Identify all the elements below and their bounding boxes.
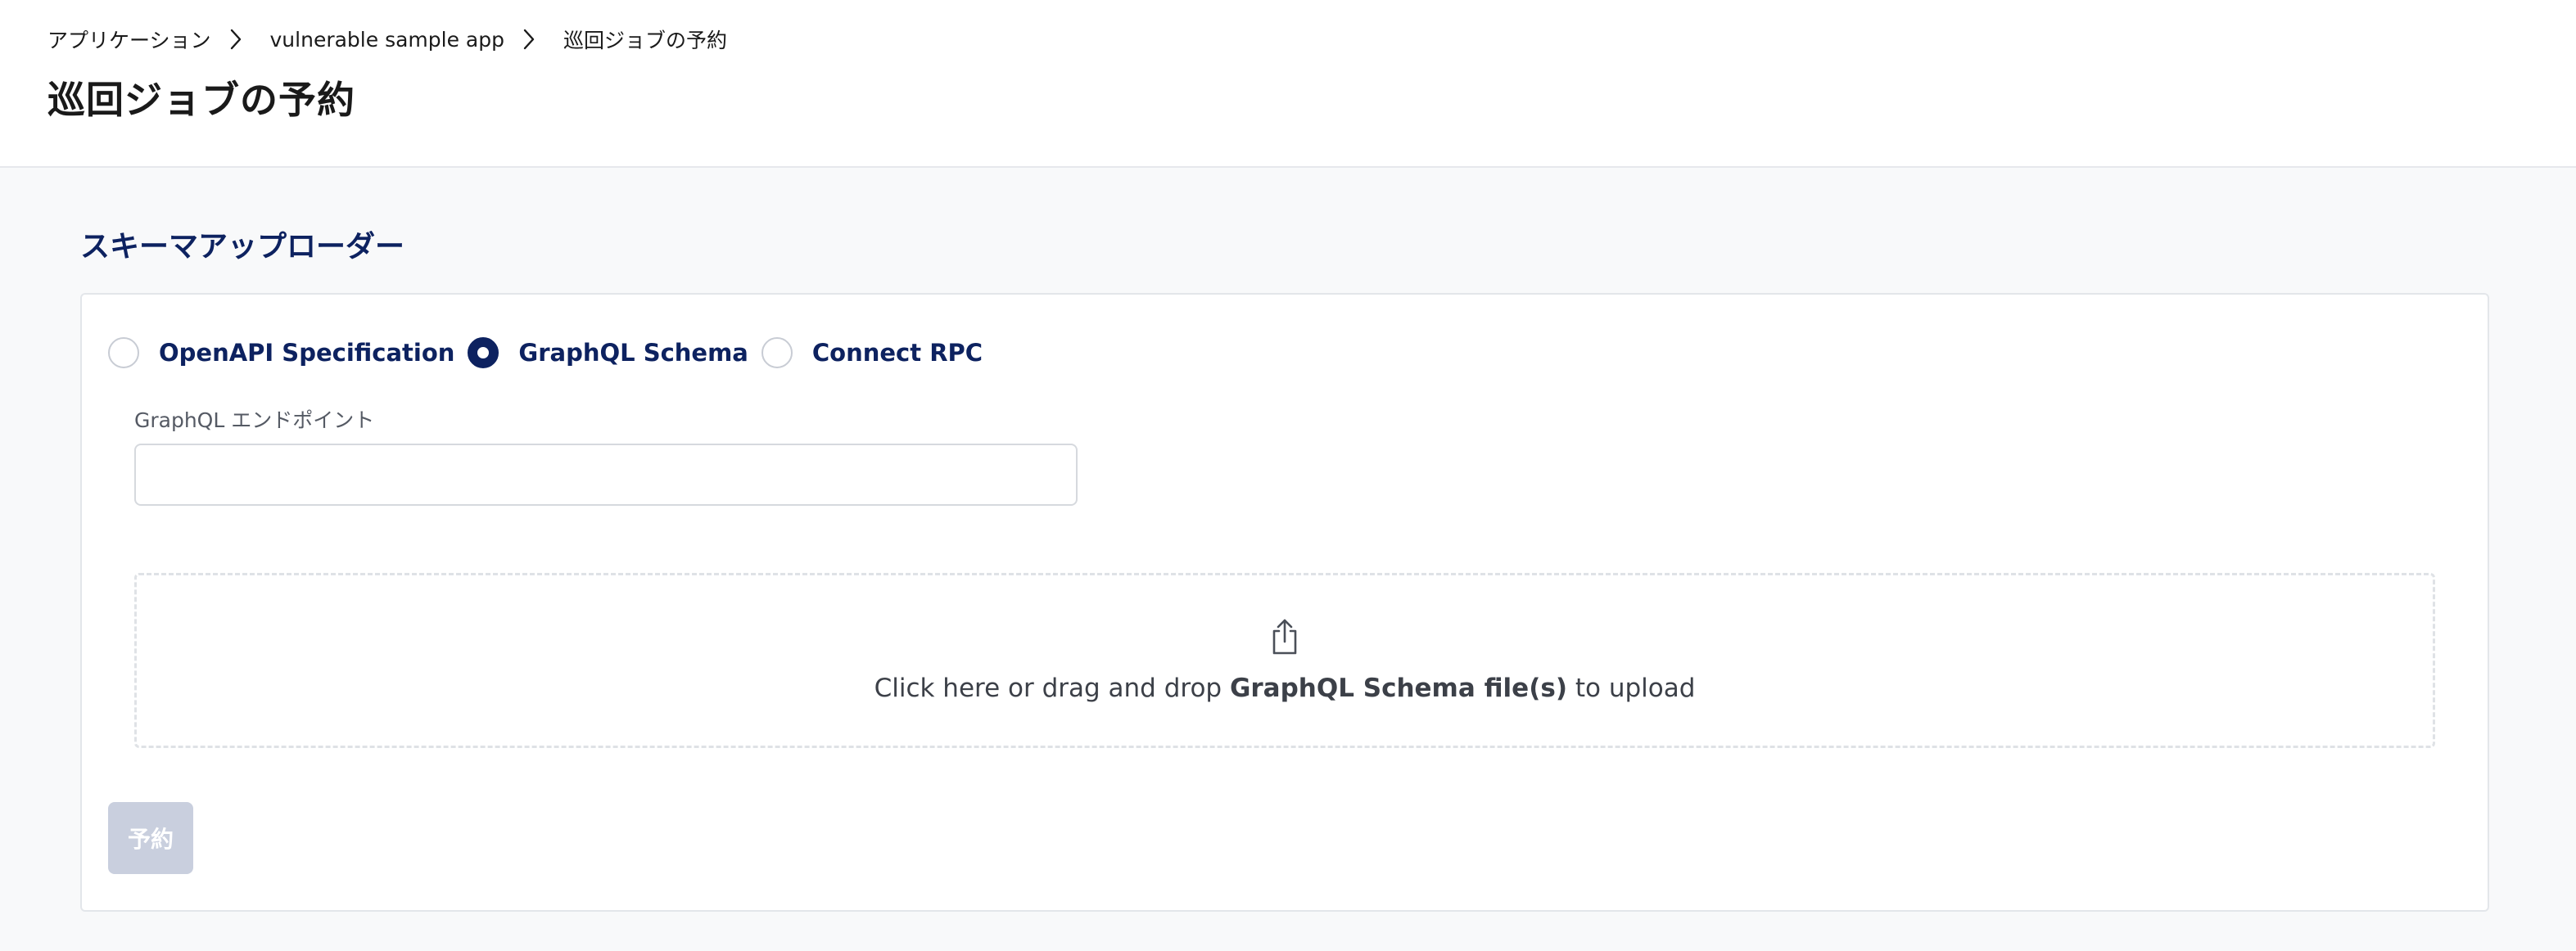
upload-text-after: to upload [1567, 674, 1696, 703]
breadcrumb-item-app[interactable]: vulnerable sample app [270, 28, 504, 52]
radio-connect-rpc-label[interactable]: Connect RPC [812, 339, 983, 367]
file-dropzone[interactable]: Click here or drag and drop GraphQL Sche… [134, 573, 2435, 748]
radio-graphql[interactable]: GraphQL Schema [468, 337, 748, 368]
graphql-endpoint-label: GraphQL エンドポイント [134, 408, 375, 432]
chevron-right-icon [504, 23, 563, 56]
breadcrumb-item-current: 巡回ジョブの予約 [563, 29, 727, 52]
radio-connect-rpc[interactable]: Connect RPC [761, 337, 983, 368]
graphql-endpoint-input[interactable] [134, 444, 1078, 506]
page-title: 巡回ジョブの予約 [47, 78, 355, 122]
page-header: アプリケーション vulnerable sample app 巡回ジョブの予約 … [0, 0, 2576, 168]
schema-uploader-card: OpenAPI Specification GraphQL Schema Con… [80, 293, 2489, 912]
breadcrumb-item-applications[interactable]: アプリケーション [47, 25, 211, 54]
radio-openapi-label[interactable]: OpenAPI Specification [159, 339, 454, 367]
reserve-button[interactable]: 予約 [108, 802, 193, 874]
upload-instructions: Click here or drag and drop GraphQL Sche… [137, 674, 2433, 703]
radio-openapi-circle[interactable] [108, 337, 139, 368]
upload-text-bold: GraphQL Schema file(s) [1229, 674, 1567, 703]
upload-icon [1272, 619, 1297, 655]
breadcrumb: アプリケーション vulnerable sample app 巡回ジョブの予約 [47, 23, 727, 56]
radio-graphql-label[interactable]: GraphQL Schema [518, 339, 748, 367]
chevron-right-icon [211, 23, 270, 56]
radio-openapi[interactable]: OpenAPI Specification [108, 337, 454, 368]
radio-connect-rpc-circle[interactable] [761, 337, 793, 368]
radio-graphql-circle[interactable] [468, 337, 499, 368]
upload-text-before: Click here or drag and drop [874, 674, 1230, 703]
schema-type-radio-group: OpenAPI Specification GraphQL Schema Con… [108, 334, 996, 372]
section-title: スキーマアップローダー [80, 230, 405, 264]
